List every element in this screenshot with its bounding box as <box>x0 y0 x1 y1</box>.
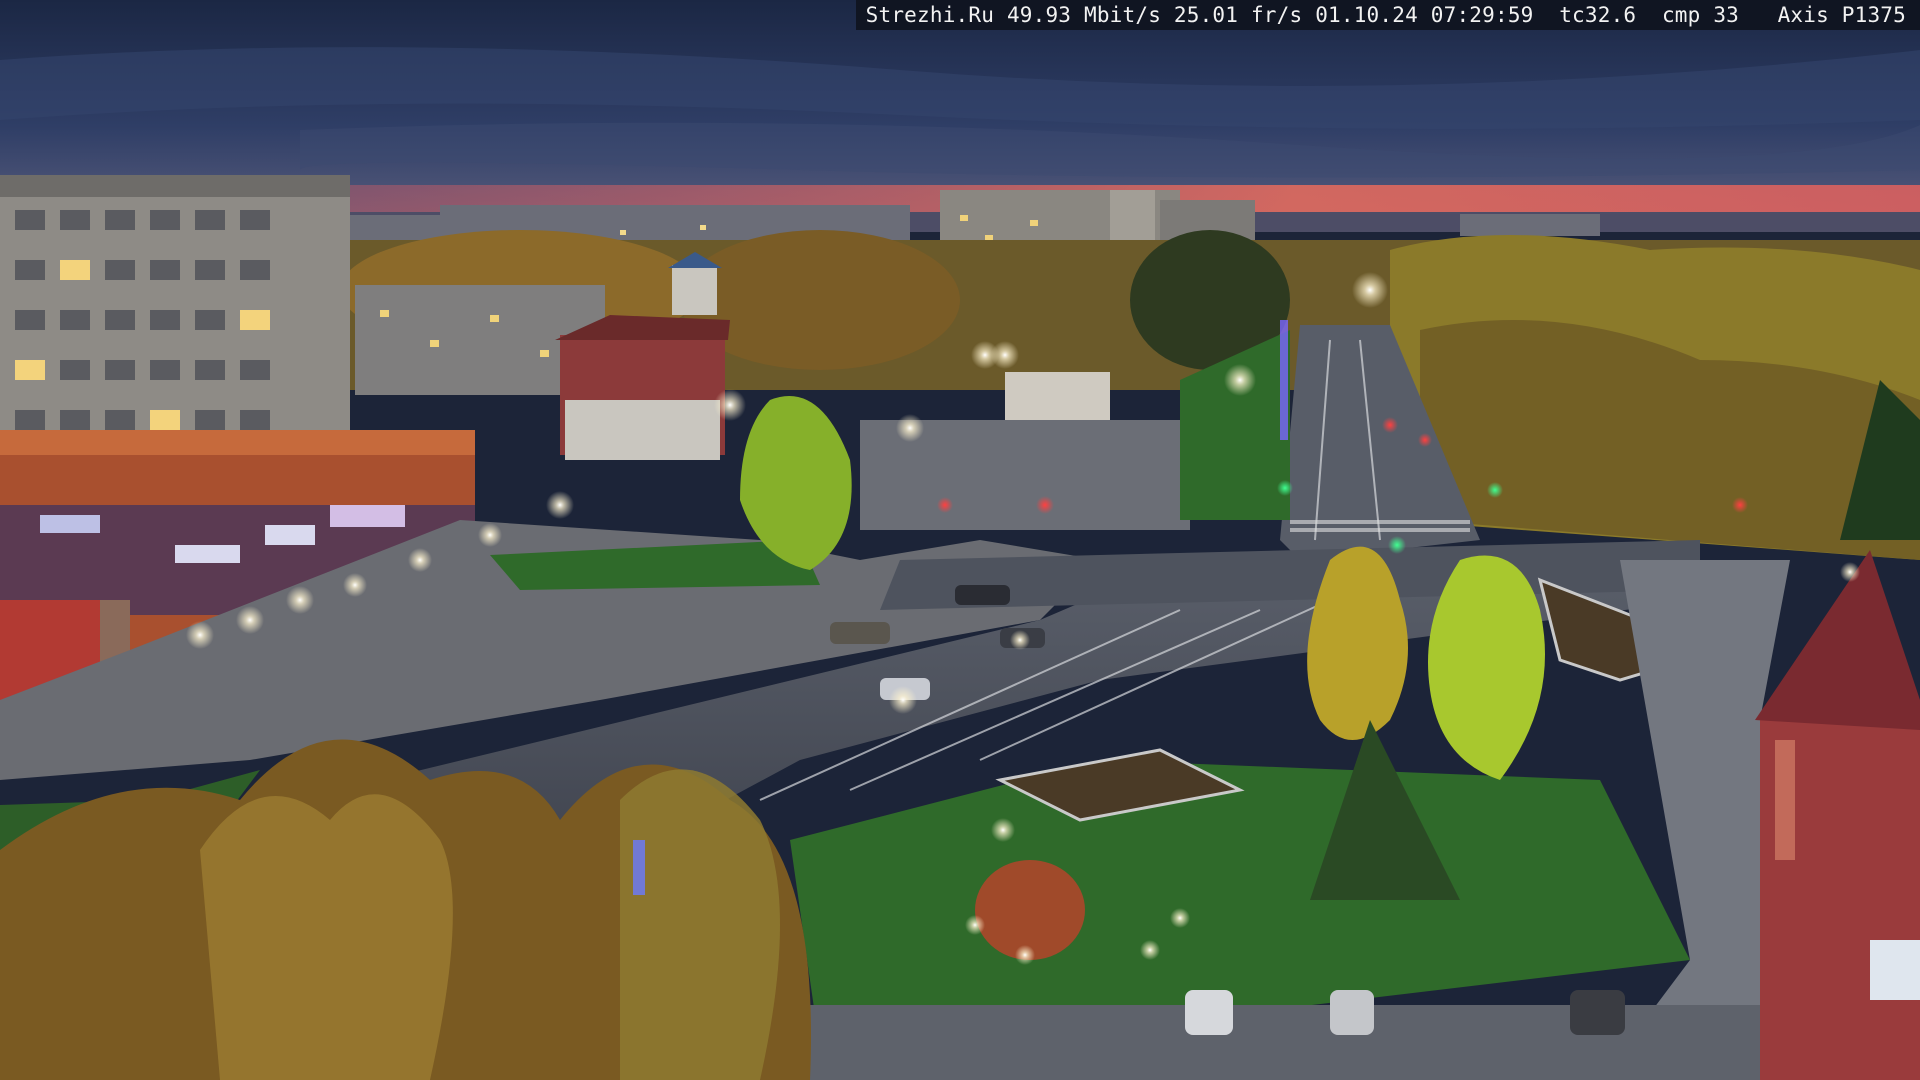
tc-readout: tc32.6 <box>1559 3 1637 27</box>
birch-tree <box>1428 555 1545 780</box>
time-readout: 07:29:59 <box>1430 3 1534 27</box>
bitrate-readout: 49.93 Mbit/s <box>1006 3 1162 27</box>
right-brick-tower <box>1755 550 1920 1080</box>
site-label: Strezhi.Ru <box>865 3 995 27</box>
red-bush <box>975 860 1085 960</box>
webcam-frame: Strezhi.Ru 49.93 Mbit/s 25.01 fr/s 01.10… <box>0 0 1920 1080</box>
camera-status-overlay: Strezhi.Ru 49.93 Mbit/s 25.01 fr/s 01.10… <box>855 0 1920 30</box>
cmp-readout: cmp 33 <box>1661 3 1740 27</box>
framerate-readout: 25.01 fr/s <box>1173 3 1303 27</box>
foreground-trees-highlight <box>200 794 453 1080</box>
foreground-trees-highlight <box>620 769 780 1080</box>
white-annex <box>565 400 720 460</box>
small-pavilion <box>1005 372 1110 420</box>
camera-model: Axis P1375 <box>1777 3 1906 27</box>
city-street-scene <box>0 0 1920 1080</box>
date-readout: 01.10.24 <box>1315 3 1418 27</box>
watch-tower <box>672 265 717 315</box>
